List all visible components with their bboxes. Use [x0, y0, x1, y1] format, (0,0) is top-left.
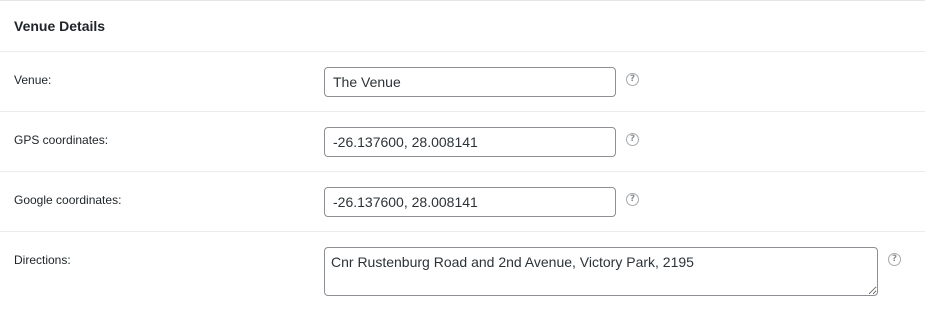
venue-input[interactable] — [324, 67, 616, 97]
directions-textarea[interactable]: Cnr Rustenburg Road and 2nd Avenue, Vict… — [324, 247, 878, 296]
help-icon[interactable]: ? — [626, 73, 639, 86]
directions-label: Directions: — [14, 253, 71, 267]
help-icon[interactable]: ? — [888, 253, 901, 266]
gps-coordinates-input[interactable] — [324, 127, 616, 157]
google-coordinates-row: Google coordinates: ? — [0, 171, 925, 231]
google-coordinates-input[interactable] — [324, 187, 616, 217]
venue-label: Venue: — [14, 73, 52, 87]
help-icon[interactable]: ? — [626, 133, 639, 146]
venue-row: Venue: ? — [0, 51, 925, 111]
section-title: Venue Details — [14, 18, 106, 34]
google-coordinates-label: Google coordinates: — [14, 193, 122, 207]
gps-coordinates-label: GPS coordinates: — [14, 133, 109, 147]
gps-coordinates-row: GPS coordinates: ? — [0, 111, 925, 171]
directions-row: Directions: Cnr Rustenburg Road and 2nd … — [0, 231, 925, 309]
venue-details-panel: Venue Details Venue: ? GPS coordinates: … — [0, 0, 925, 309]
help-icon[interactable]: ? — [626, 193, 639, 206]
